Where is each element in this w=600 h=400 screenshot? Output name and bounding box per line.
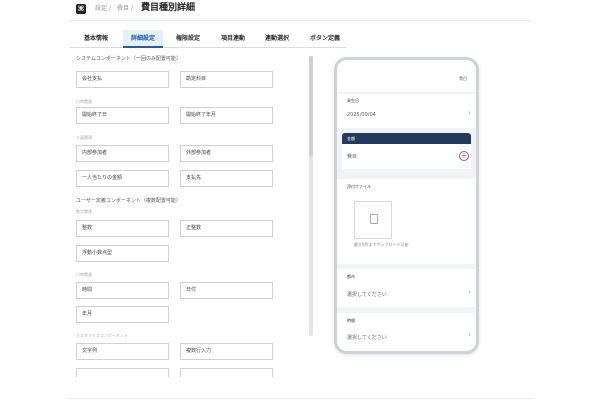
city-select[interactable]: 選択してください <box>347 291 387 298</box>
date-group-label: 日時関連 <box>76 99 92 104</box>
datetime-group-label: 日時関連 <box>76 272 92 277</box>
expense-value: 費目 <box>347 154 358 160</box>
breadcrumb-separator: / <box>131 5 134 12</box>
component-integer[interactable]: 整数 <box>76 220 169 237</box>
component-multiline[interactable]: 複数行入力 <box>180 343 273 360</box>
component-start-end-date[interactable]: 開始終了日 <box>76 107 169 124</box>
component-account-item[interactable]: 勘定科目 <box>180 71 273 88</box>
component-date[interactable]: 日付 <box>180 282 273 299</box>
amount-header: 金額 <box>342 133 471 144</box>
amount-section: 金額 費目 + <box>337 133 476 173</box>
city-field[interactable]: 都市 選択してください › <box>337 269 476 307</box>
tab-detail-settings[interactable]: 詳細設定 <box>123 30 163 47</box>
file-icon <box>370 214 378 224</box>
phone-header: 費目 <box>337 60 476 92</box>
expense-row[interactable]: 費目 + <box>342 144 471 169</box>
number-group-label: 数字関連 <box>76 209 92 214</box>
occurrence-date-value: 2025/09/04 <box>347 112 376 118</box>
tab-linked-selection[interactable]: 連動選択 <box>257 30 297 47</box>
upload-hint: 最大9件までアップロード可能 <box>354 242 409 247</box>
component-positive-integer[interactable]: 正整数 <box>180 220 273 237</box>
palette-scrollbar-thumb[interactable] <box>309 56 313 156</box>
component-company-payment[interactable]: 会社支払 <box>76 71 169 88</box>
custom-group-label: カスタマイズコンポーネント <box>76 333 128 338</box>
time-field[interactable]: 時間 選択してください › <box>337 313 476 351</box>
component-external-participant[interactable]: 外部参加者 <box>180 145 273 162</box>
chevron-right-icon: › <box>468 288 471 296</box>
time-label: 時間 <box>347 318 355 323</box>
component-time[interactable]: 時間 <box>76 282 169 299</box>
upload-dropzone[interactable] <box>354 201 392 239</box>
component-per-person-amount[interactable]: 一人当たりの金額 <box>76 170 169 187</box>
user-components-heading: ユーザー定義コンポーネント（複数配置可能） <box>76 198 181 204</box>
component-partial[interactable] <box>180 368 273 377</box>
component-internal-participant[interactable]: 内部参加者 <box>76 145 169 162</box>
component-string[interactable]: 文字列 <box>76 343 169 360</box>
page-title: 費目種別詳細 <box>141 3 196 13</box>
component-partial[interactable] <box>76 368 169 377</box>
attachment-field: 添付ファイル 最大9件までアップロード可能 <box>337 179 476 264</box>
chevron-right-icon: › <box>468 331 471 339</box>
breadcrumb-settings[interactable]: 設定 <box>95 4 107 14</box>
chevron-right-icon: › <box>468 109 471 117</box>
tab-field-linkage[interactable]: 項目連動 <box>213 30 253 47</box>
tab-basic-info[interactable]: 基本情報 <box>76 30 116 47</box>
attachment-label: 添付ファイル <box>347 184 371 189</box>
app-logo-icon[interactable]: ⌘ <box>76 4 86 14</box>
time-select[interactable]: 選択してください <box>347 334 387 341</box>
tab-divider <box>70 47 346 48</box>
system-components-heading: システムコンポーネント（一回のみ配置可能） <box>76 56 181 62</box>
city-label: 都市 <box>347 274 355 279</box>
active-tab-indicator <box>123 46 163 48</box>
tab-button-definition[interactable]: ボタン定義 <box>301 30 349 47</box>
component-float[interactable]: 浮動小数点型 <box>76 245 169 262</box>
occurrence-date-label: 発生日 <box>347 98 359 103</box>
component-start-end-month[interactable]: 開始終了年月 <box>180 107 273 124</box>
occurrence-date-field[interactable]: 発生日 2025/09/04 › <box>337 94 476 128</box>
tab-permission-settings[interactable]: 権限設定 <box>168 30 208 47</box>
person-group-label: 人員関連 <box>76 135 92 140</box>
phone-header-label: 費目 <box>459 76 467 81</box>
breadcrumb-expense[interactable]: 費目 <box>117 4 129 14</box>
add-plus-icon[interactable]: + <box>459 151 469 161</box>
breadcrumb-separator: / <box>109 5 112 12</box>
component-year-month[interactable]: 年月 <box>76 306 169 323</box>
mobile-preview: 費目 発生日 2025/09/04 › 金額 費目 + 添付ファイル 最大9件ま… <box>334 57 479 354</box>
header-divider <box>68 20 532 21</box>
footer-divider <box>68 398 532 399</box>
component-payee[interactable]: 支払先 <box>180 170 273 187</box>
